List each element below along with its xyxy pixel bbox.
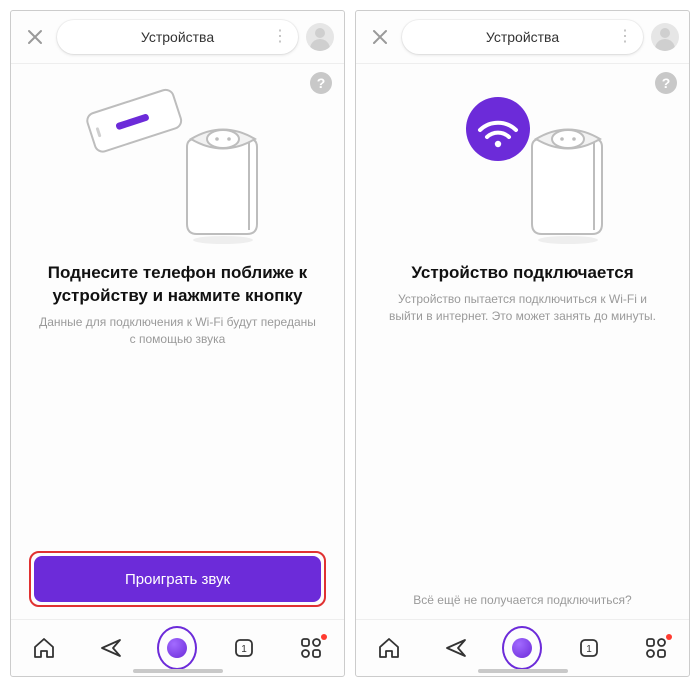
- page-title: Устройства: [141, 29, 214, 45]
- illustration-phone-to-speaker: [73, 84, 283, 254]
- help-icon[interactable]: ?: [655, 72, 677, 94]
- nav-tabs-icon[interactable]: 1: [569, 628, 609, 668]
- avatar[interactable]: [651, 23, 679, 51]
- nav-alice-icon[interactable]: [157, 628, 197, 668]
- headline: Устройство подключается: [411, 262, 633, 285]
- illustration-speaker-wifi: [418, 84, 628, 254]
- nav-send-icon[interactable]: [436, 628, 476, 668]
- nav-apps-icon[interactable]: [636, 628, 676, 668]
- bottom-nav: 1: [11, 619, 344, 676]
- help-icon[interactable]: ?: [310, 72, 332, 94]
- more-icon[interactable]: ⋮: [617, 29, 633, 45]
- title-pill[interactable]: Устройства ⋮: [57, 20, 298, 54]
- subtext: Данные для подключения к Wi-Fi будут пер…: [39, 314, 316, 348]
- screen-2: Устройства ⋮ ?: [355, 10, 690, 677]
- more-icon[interactable]: ⋮: [272, 29, 288, 45]
- headline: Поднесите телефон поближе к устройству и…: [37, 262, 318, 308]
- notification-dot-icon: [321, 634, 327, 640]
- close-icon[interactable]: [21, 23, 49, 51]
- play-sound-button[interactable]: Проиграть звук: [34, 556, 321, 602]
- content-area: ?: [11, 64, 344, 619]
- nav-tab-count: 1: [241, 644, 247, 655]
- content-area: ?: [356, 64, 689, 619]
- close-icon[interactable]: [366, 23, 394, 51]
- nav-tab-count: 1: [586, 644, 592, 655]
- screen-1: Устройства ⋮ ?: [10, 10, 345, 677]
- nav-alice-icon[interactable]: [502, 628, 542, 668]
- cta-container: Проиграть звук: [27, 551, 328, 619]
- nav-tabs-icon[interactable]: 1: [224, 628, 264, 668]
- nav-home-icon[interactable]: [369, 628, 409, 668]
- notification-dot-icon: [666, 634, 672, 640]
- home-indicator: [478, 669, 568, 673]
- nav-home-icon[interactable]: [24, 628, 64, 668]
- top-bar: Устройства ⋮: [11, 11, 344, 64]
- subtext: Устройство пытается подключиться к Wi-Fi…: [384, 291, 661, 325]
- page-title: Устройства: [486, 29, 559, 45]
- nav-send-icon[interactable]: [91, 628, 131, 668]
- bottom-nav: 1: [356, 619, 689, 676]
- top-bar: Устройства ⋮: [356, 11, 689, 64]
- title-pill[interactable]: Устройства ⋮: [402, 20, 643, 54]
- cta-highlight-box: Проиграть звук: [29, 551, 326, 607]
- troubleshoot-link[interactable]: Всё ещё не получается подключиться?: [413, 593, 631, 619]
- avatar[interactable]: [306, 23, 334, 51]
- nav-apps-icon[interactable]: [291, 628, 331, 668]
- home-indicator: [133, 669, 223, 673]
